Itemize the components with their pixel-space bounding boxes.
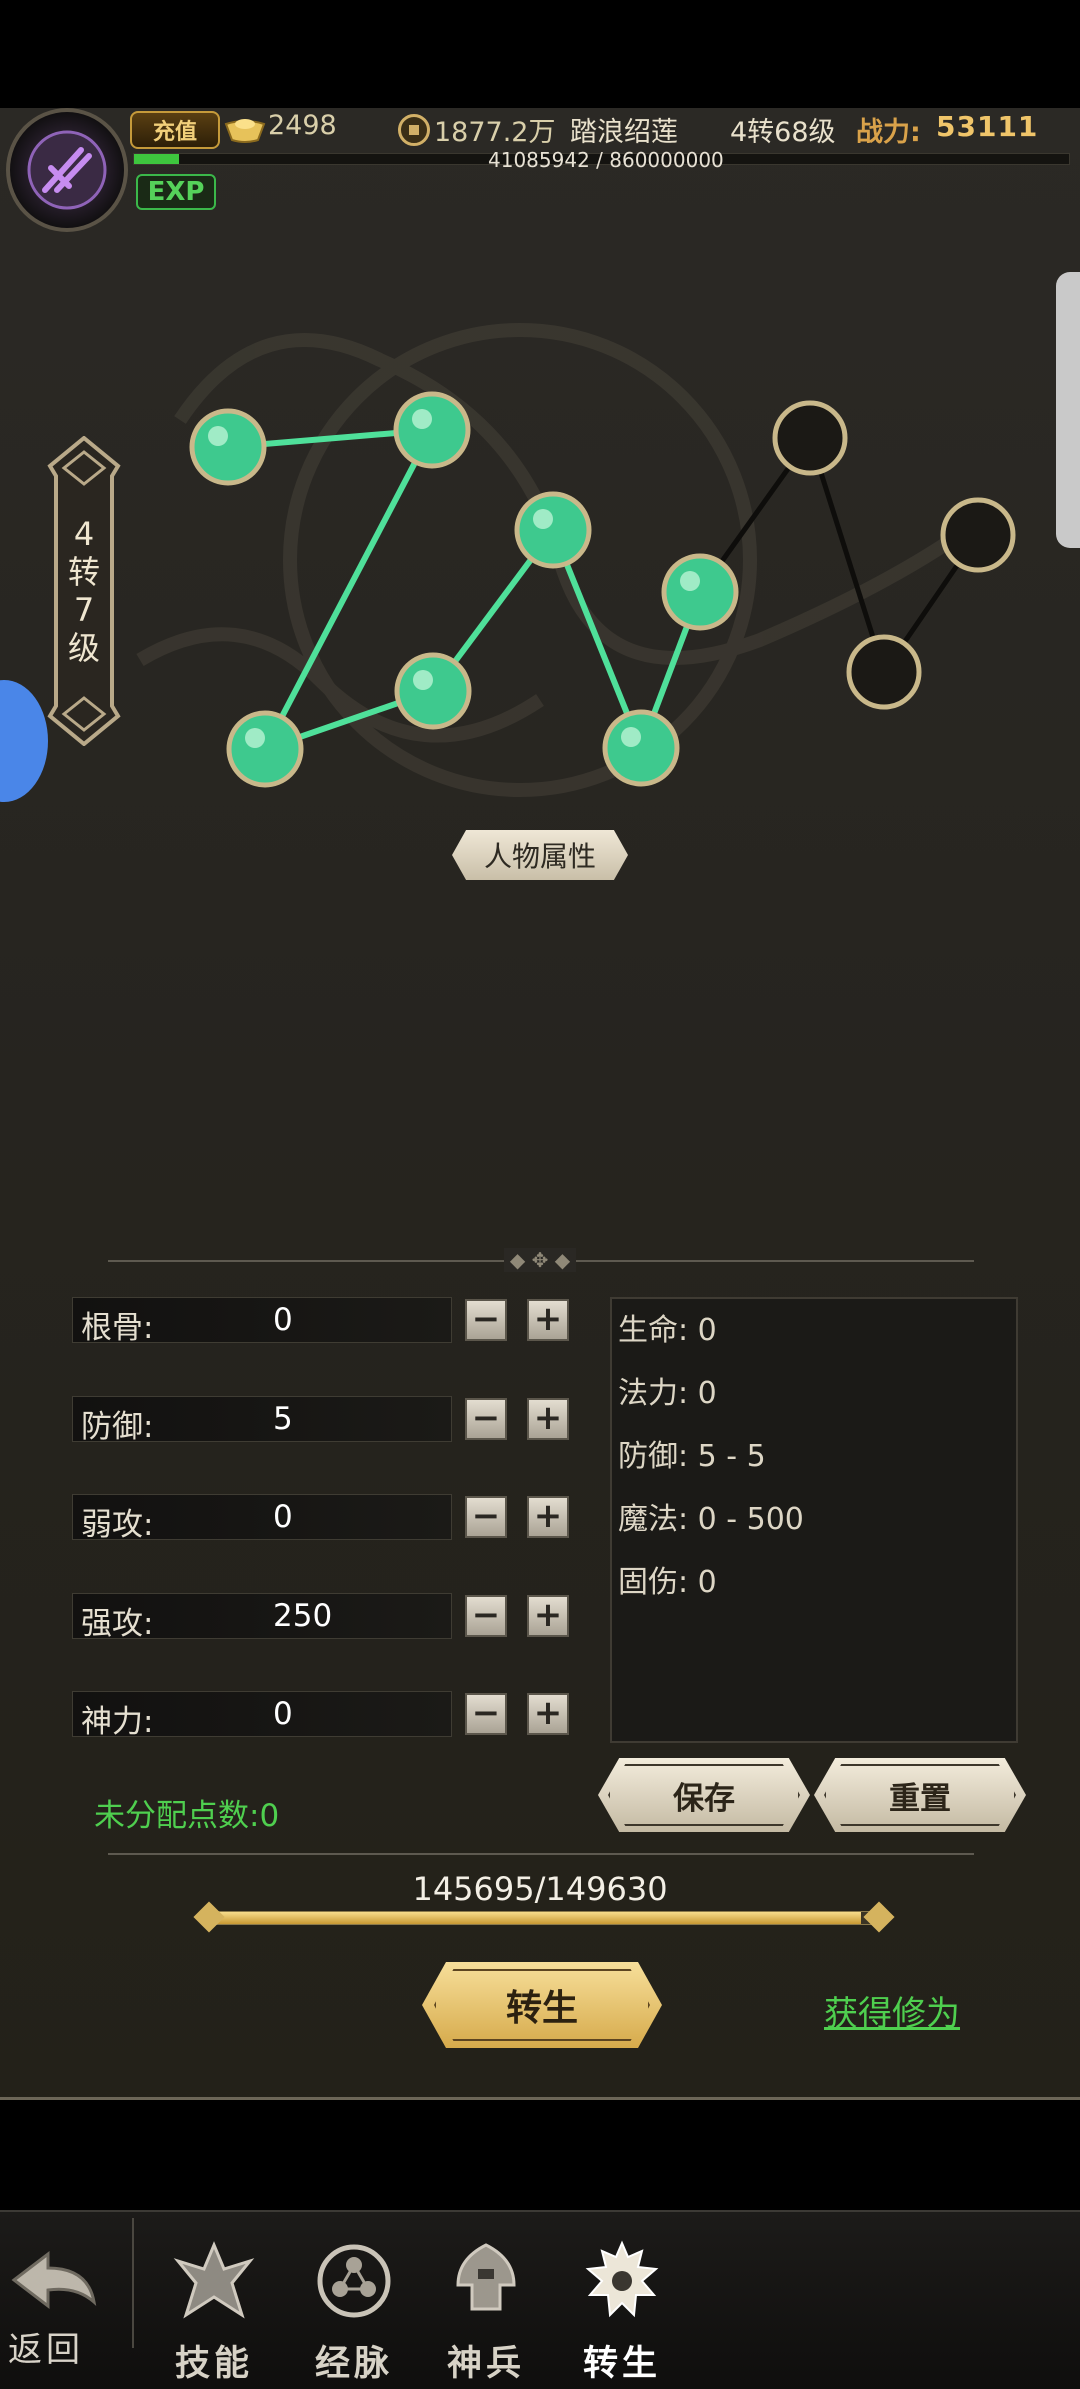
stat-increase-button[interactable]: +: [527, 1693, 569, 1735]
back-arrow-icon: [11, 2250, 97, 2310]
reset-button-label: 重置: [889, 1780, 951, 1817]
stat-value: 5: [273, 1401, 293, 1437]
stat-decrease-button[interactable]: −: [465, 1595, 507, 1637]
dark-nodes: [772, 400, 1016, 710]
rebirth-level-unit: 级: [67, 629, 100, 667]
info-mana: 法力: 0: [618, 1376, 717, 1411]
character-attributes-tab[interactable]: 人物属性: [452, 830, 628, 880]
stat-label: 弱攻:: [81, 1507, 154, 1543]
info-magic: 魔法: 0 - 500: [618, 1502, 804, 1537]
attribute-summary-panel: 生命: 0 法力: 0 防御: 5 - 5 魔法: 0 - 500 固伤: 0: [610, 1297, 1018, 1743]
stat-value: 0: [273, 1696, 293, 1732]
stat-increase-button[interactable]: +: [527, 1496, 569, 1538]
exp-text: 41085942 / 860000000: [488, 148, 724, 172]
unassigned-points: 未分配点数:0: [94, 1798, 280, 1834]
rebirth-stage: 4: [73, 515, 95, 553]
stat-value: 0: [273, 1499, 293, 1535]
save-button-label: 保存: [673, 1780, 735, 1817]
stat-increase-button[interactable]: +: [527, 1595, 569, 1637]
stat-value: 0: [273, 1302, 293, 1338]
rebirth-constellation: [136, 323, 1016, 797]
cultivation-progress-text: 145695/149630: [412, 1870, 668, 1908]
exp-badge: EXP: [136, 174, 216, 210]
player-name: 踏浪绍莲: [570, 117, 678, 148]
stat-label: 防御:: [81, 1409, 154, 1445]
stat-row-defense: 防御: 5: [72, 1396, 452, 1445]
player-level: 4转68级: [730, 117, 836, 148]
nav-rebirth-label: 转生: [582, 2344, 661, 2384]
exp-bar-fill: [134, 154, 179, 164]
info-defense: 防御: 5 - 5: [618, 1439, 766, 1474]
stat-row-strong-attack: 强攻: 250: [72, 1593, 452, 1642]
coin-icon: [398, 114, 430, 146]
stat-increase-button[interactable]: +: [527, 1299, 569, 1341]
stat-row-root: 根骨: 0: [72, 1297, 452, 1346]
power-value: 53111: [936, 110, 1039, 143]
ingot-icon: [224, 119, 266, 143]
nav-meridian-label: 经脉: [314, 2344, 393, 2384]
coin-value: 1877.2万: [434, 117, 556, 148]
save-button[interactable]: 保存: [598, 1758, 810, 1832]
nav-weapon[interactable]: 神兵: [430, 2235, 542, 2385]
nav-rebirth[interactable]: 转生: [566, 2235, 678, 2385]
rebirth-level-badge: 4 转 7 级: [44, 436, 124, 746]
stat-row-divine-power: 神力: 0: [72, 1691, 452, 1740]
stat-decrease-button[interactable]: −: [465, 1693, 507, 1735]
rebirth-level: 7: [73, 591, 95, 629]
rebirth-button-label: 转生: [505, 1988, 578, 2029]
back-button[interactable]: 返回: [0, 2238, 110, 2378]
stat-label: 神力:: [81, 1704, 154, 1740]
reset-button[interactable]: 重置: [814, 1758, 1026, 1832]
player-avatar[interactable]: [6, 108, 128, 232]
recharge-button[interactable]: 充值: [130, 111, 220, 149]
bottom-spacer: [0, 2100, 1080, 2210]
stat-decrease-button[interactable]: −: [465, 1496, 507, 1538]
nav-meridian[interactable]: 经脉: [298, 2235, 410, 2385]
nav-skill-label: 技能: [174, 2344, 253, 2384]
power-label: 战力:: [856, 117, 921, 148]
nav-separator: [132, 2218, 134, 2348]
info-fixed-damage: 固伤: 0: [618, 1565, 717, 1600]
nav-weapon-label: 神兵: [446, 2344, 525, 2384]
meridian-icon: [317, 2244, 391, 2318]
weapon-icon: [456, 2243, 516, 2311]
rebirth-icon: [585, 2240, 659, 2318]
skill-icon: [173, 2241, 255, 2319]
gain-cultivation-link[interactable]: 获得修为: [824, 1986, 960, 2035]
cultivation-progress-bar: [193, 1901, 895, 1933]
nav-skill[interactable]: 技能: [158, 2235, 270, 2385]
info-life: 生命: 0: [618, 1313, 717, 1348]
ingot-value: 2498: [268, 110, 337, 141]
status-bar: [0, 0, 1080, 108]
back-label: 返回: [8, 2330, 84, 2370]
divider-ornament-icon: ◆ ✥ ◆: [504, 1248, 576, 1272]
avatar-emblem-icon: [27, 130, 107, 210]
stat-decrease-button[interactable]: −: [465, 1299, 507, 1341]
rebirth-button[interactable]: 转生: [422, 1962, 662, 2048]
stat-decrease-button[interactable]: −: [465, 1398, 507, 1440]
cultivation-progress-fill: [211, 1912, 862, 1924]
stat-label: 强攻:: [81, 1606, 154, 1642]
stat-increase-button[interactable]: +: [527, 1398, 569, 1440]
rebirth-stage-unit: 转: [67, 553, 100, 591]
stat-label: 根骨:: [81, 1310, 154, 1346]
stat-value: 250: [273, 1598, 333, 1634]
stat-row-weak-attack: 弱攻: 0: [72, 1494, 452, 1543]
section-divider: [108, 1853, 974, 1855]
